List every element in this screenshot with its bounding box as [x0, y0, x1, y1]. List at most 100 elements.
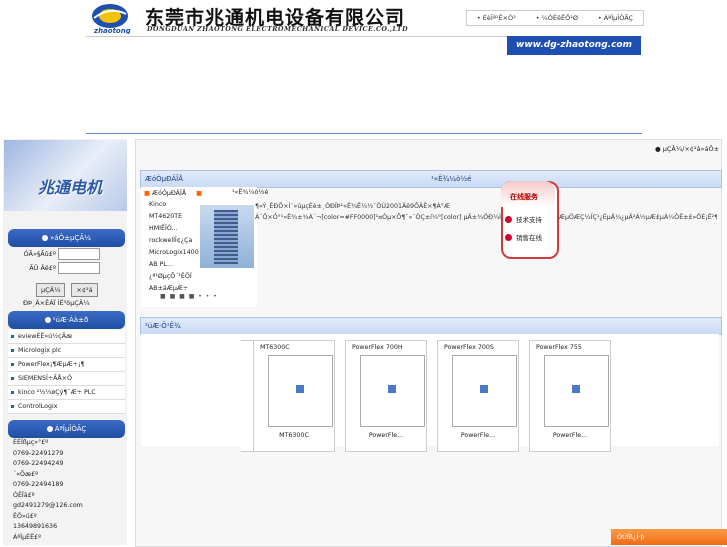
category-item[interactable]: PowerFlex¡¶ÆµÆ÷¡¶	[8, 358, 125, 372]
qq-icon	[505, 233, 512, 241]
category-item[interactable]: kinco ²½½øÇý¶¯Æ÷ PLC	[8, 386, 125, 400]
product-caption[interactable]: PowerFle...	[530, 432, 610, 439]
broken-image-icon	[296, 385, 304, 393]
product-card[interactable]: PowerFlex 700S PowerFle...	[437, 340, 519, 452]
account-links[interactable]: ÐÞ¸Ä×ÊÁÏ ÍË³öµÇÂ¼	[23, 299, 90, 307]
username-label: ÓÃ»§Ãû£º	[23, 249, 56, 258]
product-caption[interactable]: PowerFle...	[438, 432, 518, 439]
nav-divider	[86, 133, 642, 134]
banner-text: 兆通电机	[38, 178, 103, 197]
bullet-icon	[44, 317, 51, 323]
news-item[interactable]: ¿ª¹ØµçÔ´¹ÊÕÏ	[141, 271, 205, 283]
login-buttons: µÇÂ¼ ×¢²á	[36, 283, 98, 297]
tech-support-label[interactable]: 技术支持	[516, 214, 542, 224]
product-card[interactable]: PowerFlex 700H PowerFle...	[345, 340, 427, 452]
member-login-label[interactable]: µÇÂ¼/×¢²á»áÔ±	[663, 145, 719, 153]
news-item[interactable]: Kinco	[141, 199, 205, 211]
product-title: MT6300C	[260, 344, 290, 351]
products-header: ²úÆ·Õ¹Ê¾	[140, 317, 722, 335]
category-item[interactable]: SIEMENSÎ÷ÃÅ×Ó	[8, 372, 125, 386]
bullet-icon: ●	[655, 145, 663, 153]
email-label: ÓÊÏä£º	[13, 491, 35, 499]
top-links-bar: • ÉèÎª¹Ê×Ò³ • ¼ÓÈëÊÕ²Ø • ÁªÏµÎÒÃÇ	[466, 10, 644, 26]
fax-number: 0769-22494189	[13, 481, 64, 488]
logo-caption: zhaotong	[93, 27, 131, 34]
product-title: PowerFlex 700H	[352, 344, 403, 351]
login-button[interactable]: µÇÂ¼	[36, 283, 66, 297]
category-item[interactable]: eviewÈË»ú½çÃæ	[8, 330, 125, 344]
product-card[interactable]: MT6300C MT6300C	[253, 340, 335, 452]
bullet-icon	[46, 426, 53, 432]
sales-online-link[interactable]: 销售在线	[505, 232, 542, 242]
hotline-label: ÈÈÏßµç»°£º	[13, 439, 49, 446]
hotline-number: 0769-22494249	[13, 460, 64, 467]
category-item[interactable]: ControlLogix	[8, 400, 125, 414]
broken-image-icon	[480, 385, 488, 393]
email-value[interactable]: gd2491279@126.com	[8, 501, 125, 512]
broken-image-icon	[572, 385, 580, 393]
news-item[interactable]: AB PL...	[141, 259, 205, 271]
contact-header-label: ÁªÏµÎÒÃÇ	[54, 425, 87, 433]
mobile-number: 13649891636	[13, 523, 58, 530]
category-item[interactable]: Micrologix plc	[8, 344, 125, 358]
intro-line: À´Ô×Ó°¹«Ë¾±¾À´¬[color=#FF0000]¹¤Òµ×Ô¶¯»¯…	[255, 214, 717, 221]
mobile-label: ÊÖ»ú£º	[13, 512, 37, 520]
fax-label: ´«Õæ£º	[13, 470, 39, 478]
member-login-link[interactable]: ● µÇÂ¼/×¢²á»áÔ±	[655, 145, 719, 153]
news-item[interactable]: MT4620TE	[141, 211, 205, 223]
company-intro-text: ¶«Ý¸ÊÐÕ×Í¨»úµçÉè±¸ÓÐÏÞ¹«Ë¾Ê¼½¨ÓÚ2001Äê9Ô…	[255, 201, 717, 223]
categories-header: ²úÆ·Àà±ð	[8, 311, 125, 329]
contact-info: ÈÈÏßµç»°£º 0769-22491279 0769-22494249 ´…	[8, 438, 125, 543]
product-strip	[141, 334, 719, 446]
add-favorite-link[interactable]: • ¼ÓÈëÊÕ²Ø	[536, 14, 578, 22]
categories-header-label: ²úÆ·Àà±ð	[52, 316, 89, 324]
product-image[interactable]	[544, 355, 609, 427]
tech-support-link[interactable]: 技术支持	[505, 214, 542, 224]
intro-heading[interactable]: ¹«Ë¾¼ò½é	[431, 171, 471, 187]
building-facade	[214, 210, 238, 264]
sales-online-label[interactable]: 销售在线	[516, 232, 542, 242]
hotline-number: 0769-22491279	[13, 449, 64, 457]
qq-icon	[505, 215, 512, 223]
product-image[interactable]	[268, 355, 333, 427]
slide-indicator[interactable]: ■ ■ ■ ■ • • •	[160, 293, 218, 300]
sidebar-banner: 兆通电机	[4, 140, 127, 211]
bullet-icon	[42, 235, 49, 241]
login-form: ÓÃ»§Ãû£º ÃÜ Âë£º	[8, 247, 125, 275]
password-input[interactable]	[58, 261, 100, 274]
login-header: »áÔ±µÇÂ¼	[8, 229, 125, 247]
product-image[interactable]	[452, 355, 517, 427]
orange-bullet-icon: ■	[196, 190, 203, 197]
news-tag[interactable]: ÆóÒµÐÂÎÅ	[152, 190, 186, 197]
register-button[interactable]: ×¢²á	[71, 283, 98, 297]
intro-line: ¶«Ý¸ÊÐÕ×Í¨»úµçÉè±¸ÓÐÏÞ¹«Ë¾Ê¼½¨ÓÚ2001Äê9Ô…	[255, 203, 451, 210]
products-heading[interactable]: ²úÆ·Õ¹Ê¾	[141, 322, 181, 330]
username-input[interactable]	[58, 247, 100, 260]
news-heading[interactable]: ÆóÒµÐÂÎÅ	[141, 175, 183, 183]
product-caption[interactable]: MT6300C	[254, 432, 334, 439]
login-header-label: »áÔ±µÇÂ¼	[50, 234, 91, 242]
company-logo-icon[interactable]: zhaotong	[88, 2, 132, 34]
news-section-header: ÆóÒµÐÂÎÅ ¹«Ë¾¼ò½é	[140, 170, 722, 188]
online-service-title: 在线服务	[510, 193, 538, 201]
intro-tag[interactable]: ¹«Ë¾¼ò½é	[232, 189, 268, 196]
website-url: www.dg-zhaotong.com	[507, 36, 641, 55]
news-item[interactable]: rockwellÎ¢¿Ça	[141, 235, 205, 247]
category-list: eviewÈË»ú½çÃæ Micrologix plc PowerFlex¡¶…	[8, 330, 125, 414]
product-title: PowerFlex 755	[536, 344, 582, 351]
password-label: ÃÜ Âë£º	[29, 263, 56, 272]
contact-person-label: ÁªÏµÈË£º	[13, 533, 42, 541]
broken-image-icon	[388, 385, 396, 393]
product-image[interactable]	[360, 355, 425, 427]
online-chat-float-bar[interactable]: ÔÚÏß¿Í·þ	[611, 529, 727, 545]
set-homepage-link[interactable]: • ÉèÎª¹Ê×Ò³	[477, 14, 516, 22]
company-name-en: DONGDUAN ZHAOTONG ELECTROMECHANICAL DEVI…	[147, 26, 409, 33]
product-card[interactable]: PowerFlex 755 PowerFle...	[529, 340, 611, 452]
contact-header: ÁªÏµÎÒÃÇ	[8, 420, 125, 438]
news-item[interactable]: HMIËÎÒ...	[141, 223, 205, 235]
product-title: PowerFlex 700S	[444, 344, 494, 351]
orange-bullet-icon: ■	[144, 190, 152, 197]
contact-us-link[interactable]: • ÁªÏµÎÒÃÇ	[598, 14, 633, 22]
news-item[interactable]: MicroLogix1400	[141, 247, 205, 259]
product-caption[interactable]: PowerFle...	[346, 432, 426, 439]
